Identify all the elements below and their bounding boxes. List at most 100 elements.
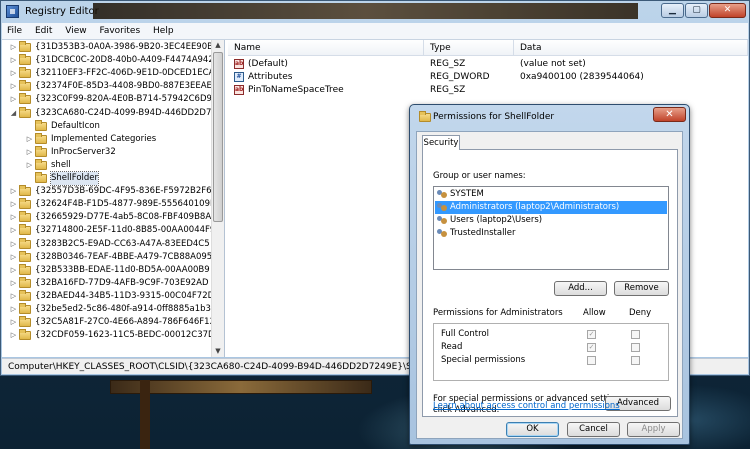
tree-item[interactable]: ▷ {32557D3B-69DC-4F95-836E-F5972B2F61	[2, 185, 217, 198]
ok-button[interactable]: OK	[506, 422, 559, 437]
close-button[interactable]: ✕	[709, 3, 746, 18]
expand-arrow-icon[interactable]: ▷	[10, 80, 17, 93]
tree-item[interactable]: ShellFolder	[2, 171, 210, 186]
add-button[interactable]: Add...	[554, 281, 607, 296]
expand-arrow-icon[interactable]: ▷	[10, 93, 17, 106]
tree-item[interactable]: ◢ {323CA680-C24D-4099-B94D-446DD2D72	[2, 106, 217, 120]
tree-item[interactable]: ▷ {32B533BB-EDAE-11d0-BD5A-00AA00B9	[2, 263, 210, 277]
tree-item-label: InProcServer32	[51, 146, 116, 157]
tree-item[interactable]: ▷ shell	[2, 158, 210, 172]
expand-arrow-icon[interactable]: ▷	[26, 146, 33, 159]
value-type: REG_DWORD	[430, 72, 490, 82]
allow-checkbox[interactable]	[587, 356, 596, 365]
scrollbar-thumb[interactable]	[213, 52, 223, 222]
column-header-type[interactable]: Type	[424, 40, 514, 56]
menu-bar: File Edit View Favorites Help	[2, 23, 748, 40]
tree-item[interactable]: ▷ {323C0F99-820A-4E0B-B714-57942C6D9C	[2, 93, 218, 106]
expand-arrow-icon[interactable]: ▷	[10, 251, 17, 264]
expand-arrow-icon[interactable]	[26, 172, 33, 185]
expand-arrow-icon[interactable]: ▷	[10, 238, 17, 251]
expand-arrow-icon[interactable]: ▷	[10, 211, 17, 224]
expand-arrow-icon[interactable]: ▷	[10, 316, 17, 329]
folder-icon	[19, 211, 31, 223]
tree-item[interactable]: ▷ {32374F0E-85D3-4408-9BD0-887E3EEAE7	[2, 80, 217, 93]
expand-arrow-icon[interactable]: ▷	[10, 41, 17, 54]
tree-item[interactable]: ▷ {32CDF059-1623-11C5-BEDC-00012C37D	[2, 329, 215, 342]
expand-arrow-icon[interactable]: ▷	[10, 54, 17, 67]
tree-item[interactable]: ▷ {32C5A81F-27C0-4E66-A894-786F646F12	[2, 316, 215, 329]
deny-checkbox[interactable]	[631, 330, 640, 339]
menu-file[interactable]: File	[2, 23, 27, 39]
group-list-item[interactable]: TrustedInstaller	[435, 227, 667, 240]
expand-arrow-icon[interactable]: ▷	[10, 290, 17, 303]
tree-item[interactable]: ▷ {31DCBC0C-20D8-40b0-A409-F4474A942	[2, 54, 214, 67]
menu-help[interactable]: Help	[148, 23, 179, 39]
group-list-item[interactable]: Administrators (laptop2\Administrators)	[435, 201, 667, 214]
tree-item[interactable]: ▷ {328B0346-7EAF-4BBE-A479-7CB88A095	[2, 250, 212, 264]
deny-checkbox[interactable]	[631, 343, 640, 352]
tree-item[interactable]: ▷ {32be5ed2-5c86-480f-a914-0ff8885a1b3f	[2, 303, 214, 316]
tree-item[interactable]: ▷ {32714800-2E5F-11d0-8B85-00AA0044F9	[2, 224, 215, 237]
group-list-label: Group or user names:	[433, 171, 526, 181]
column-header-name[interactable]: Name	[228, 40, 424, 56]
expand-arrow-icon[interactable]: ▷	[10, 67, 17, 80]
menu-view[interactable]: View	[60, 23, 91, 39]
group-list-item[interactable]: Users (laptop2\Users)	[435, 214, 667, 227]
tree-scrollbar[interactable]: ▲ ▼	[211, 40, 224, 357]
title-bar[interactable]: Registry Editor ▁ ▢ ✕	[1, 1, 749, 23]
allow-checkbox[interactable]: ✓	[587, 343, 596, 352]
group-name: SYSTEM	[450, 189, 484, 199]
expand-arrow-icon[interactable]: ▷	[26, 133, 33, 146]
allow-checkbox[interactable]: ✓	[587, 330, 596, 339]
apply-button[interactable]: Apply	[627, 422, 680, 437]
scroll-up-icon[interactable]: ▲	[212, 40, 224, 51]
tree-item[interactable]: ▷ {3283B2C5-E9AD-CC63-A47A-83EED4C5	[2, 237, 210, 251]
deny-checkbox[interactable]	[631, 356, 640, 365]
expand-arrow-icon[interactable]	[26, 120, 33, 133]
expand-arrow-icon[interactable]: ◢	[10, 107, 17, 120]
menu-favorites[interactable]: Favorites	[94, 23, 145, 39]
expand-arrow-icon[interactable]: ▷	[10, 198, 17, 211]
value-row[interactable]: # Attributes REG_DWORD 0xa9400100 (28395440…	[228, 71, 748, 84]
tree-item[interactable]: ▷ {32BAED44-34B5-11D3-9315-00C04F72D	[2, 289, 214, 303]
tab-security[interactable]: Security	[422, 135, 460, 150]
title-bar-background	[93, 3, 638, 19]
folder-icon	[35, 158, 47, 170]
permission-row: Read ✓	[434, 341, 668, 354]
desktop-wallpaper-detail	[140, 380, 150, 449]
permissions-dialog: Permissions for ShellFolder ✕ Security G…	[409, 104, 690, 445]
menu-edit[interactable]: Edit	[30, 23, 57, 39]
expand-arrow-icon[interactable]: ▷	[10, 329, 17, 342]
group-list[interactable]: SYSTEM Administrators (laptop2\Administra…	[433, 186, 669, 270]
folder-icon	[19, 106, 31, 118]
remove-button[interactable]: Remove	[614, 281, 669, 296]
tree-item[interactable]: DefaultIcon	[2, 119, 210, 133]
permissions-table: Full Control ✓ Read ✓ Special permissions	[433, 323, 669, 381]
tree-item[interactable]: ▷ {32BA16FD-77D9-4AFB-9C9F-703E92AD	[2, 276, 210, 290]
minimize-button[interactable]: ▁	[661, 3, 684, 18]
maximize-button[interactable]: ▢	[685, 3, 708, 18]
tree-item[interactable]: ▷ Implemented Categories	[2, 132, 210, 146]
scroll-down-icon[interactable]: ▼	[212, 346, 224, 357]
tree-item[interactable]: ▷ {32624F4B-F1D5-4877-989E-555640109D	[2, 198, 217, 211]
expand-arrow-icon[interactable]: ▷	[10, 303, 17, 316]
value-row[interactable]: ab PinToNameSpaceTree REG_SZ	[228, 84, 748, 97]
column-header-data[interactable]: Data	[514, 40, 748, 56]
tree-item[interactable]: ▷ {32110EF3-FF2C-406D-9E1D-0DCED1ECA	[2, 67, 214, 80]
tree-item[interactable]: ▷ {32665929-D77E-4ab5-8C08-FBF409B8A2	[2, 211, 217, 224]
expand-arrow-icon[interactable]: ▷	[10, 277, 17, 290]
learn-more-link[interactable]: Learn about access control and permissio…	[433, 401, 620, 411]
cancel-button[interactable]: Cancel	[567, 422, 620, 437]
tree-item[interactable]: ▷ {31D353B3-0A0A-3986-9B20-3EC4EE90B3	[2, 41, 218, 54]
user-group-icon	[437, 229, 448, 238]
dialog-close-button[interactable]: ✕	[653, 107, 686, 122]
expand-arrow-icon[interactable]: ▷	[26, 159, 33, 172]
expand-arrow-icon[interactable]: ▷	[10, 224, 17, 237]
expand-arrow-icon[interactable]: ▷	[10, 264, 17, 277]
group-list-item[interactable]: SYSTEM	[435, 188, 667, 201]
tree-item[interactable]: ▷ InProcServer32	[2, 145, 210, 159]
folder-icon	[19, 263, 31, 275]
expand-arrow-icon[interactable]: ▷	[10, 185, 17, 198]
folder-icon	[35, 132, 47, 144]
value-row[interactable]: ab (Default) REG_SZ (value not set)	[228, 58, 748, 71]
